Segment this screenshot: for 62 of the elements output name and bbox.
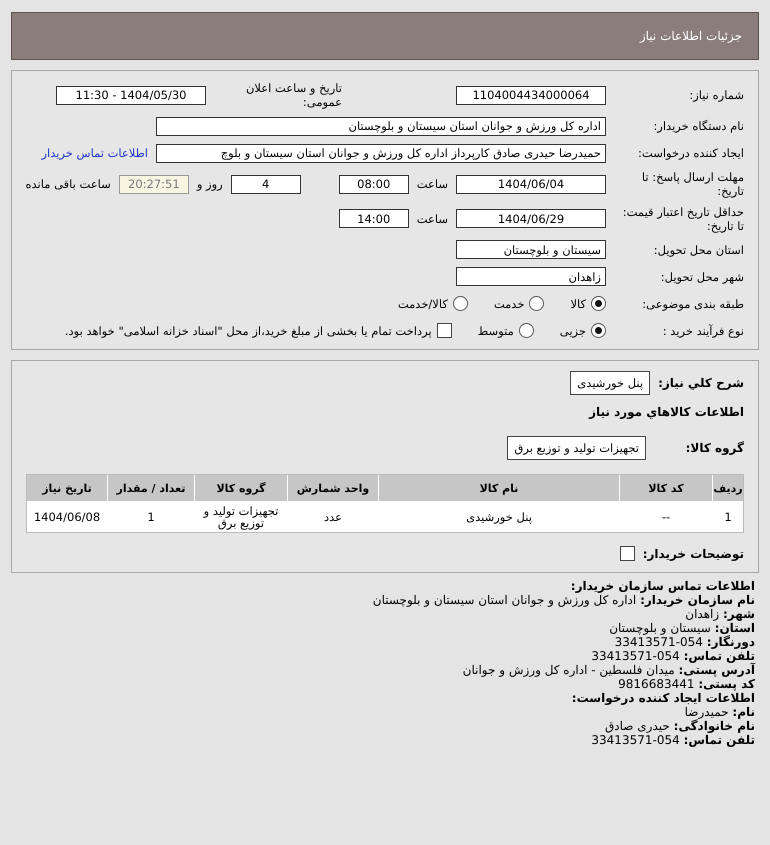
province-field: سیستان و بلوچستان	[456, 240, 606, 260]
column-header: ردیف	[713, 475, 743, 502]
contact-line: نام خانوادگی: حیدری صادق	[604, 719, 755, 734]
radio-label: کالا	[570, 296, 586, 311]
description-field: پنل خورشیدی	[570, 371, 650, 396]
field-label: ساعت	[416, 212, 448, 226]
contact-line: آدرس پستی: میدان فلسطین - اداره کل ورزش و جوانان	[462, 663, 755, 678]
radio-button[interactable]	[452, 296, 468, 312]
field-label: طبقه بندی موضوعی:	[641, 296, 744, 311]
field-label: شماره نیاز:	[688, 88, 744, 103]
column-header: کد کالا	[620, 475, 712, 502]
field-label: ساعت	[416, 177, 448, 192]
field-label: تاریخ و ساعت اعلان عمومی:	[244, 81, 342, 110]
requester-field: حمیدرضا حیدری صادق کارپرداز اداره کل ورزش و جوانان استان سیستان و بلوچ	[156, 144, 606, 163]
radio-label: کالا/خدمت	[398, 296, 448, 311]
section-label: گروه کالا:	[684, 441, 744, 456]
column-header: نام کالا	[379, 475, 619, 502]
time-field: 14:00	[338, 209, 409, 228]
checkbox[interactable]	[436, 323, 452, 338]
field-label: ایجاد کننده درخواست:	[637, 146, 744, 160]
contact-line: شهر: زاهدان	[684, 607, 755, 622]
contact-line: استان: سیستان و بلوچستان	[608, 621, 755, 636]
contact-line: نام سازمان خریدار: اداره کل ورزش و جوانان استان سیستان و بلوچستان	[372, 593, 755, 608]
section-label: توضیحات خریدار:	[642, 546, 744, 561]
checkbox-label: پرداخت تمام یا بخشی از مبلغ خرید،از محل "اسناد خزانه اسلامی" خواهد بود.	[64, 324, 432, 338]
field-label: نام دستگاه خریدار:	[652, 119, 744, 134]
field-label: استان محل تحویل:	[652, 242, 744, 257]
radio-button[interactable]	[591, 296, 606, 312]
date-field: 1404/06/04	[456, 174, 606, 194]
contact-heading: اطلاعات ایجاد کننده درخواست:	[570, 691, 755, 706]
goods-group-field: تجهیزات تولید و توزیع برق	[507, 436, 646, 460]
contact-heading: اطلاعات تماس سازمان خریدار:	[570, 579, 755, 594]
contact-link[interactable]: اطلاعات تماس خریدار	[41, 146, 148, 160]
days-field: 4	[230, 174, 301, 194]
section-heading: اطلاعات کالاهاي مورد نياز	[589, 404, 744, 419]
buyer-field: اداره کل ورزش و جوانان استان سیستان و بلوچستان	[156, 116, 606, 136]
time-field: 08:00	[338, 174, 409, 194]
radio-label: خدمت	[494, 296, 524, 311]
field-label: حداقل تاریخ اعتبار قیمت: تا تاریخ:	[622, 204, 744, 234]
column-header: تاریخ نیاز	[27, 475, 107, 502]
date-field: 1404/06/29	[456, 209, 606, 228]
radio-label: متوسط	[478, 324, 514, 338]
radio-label: جزیی	[560, 324, 586, 338]
checkbox[interactable]	[620, 546, 635, 562]
field-label: ساعت باقی مانده	[26, 177, 111, 192]
radio-button[interactable]	[591, 323, 606, 338]
column-header: گروه کالا	[195, 475, 287, 502]
announce-date-field: 1404/05/30 - 11:30	[56, 86, 206, 105]
need-number-field: 1104004434000064	[456, 86, 606, 105]
field-label: مهلت ارسال پاسخ: تا تاریخ:	[640, 170, 744, 198]
field-label: روز و	[196, 177, 223, 192]
section-label: شرح کلي نياز:	[658, 376, 744, 390]
contact-line: نام: حمیدرضا	[684, 705, 755, 720]
column-header: واحد شمارش	[288, 475, 378, 502]
radio-button[interactable]	[518, 323, 534, 338]
field-label: شهر محل تحویل:	[660, 270, 744, 284]
page-title-bar: جزئیات اطلاعات نیاز	[11, 12, 759, 60]
column-header: تعداد / مقدار	[108, 475, 194, 502]
remaining-time-field: 20:27:51	[118, 174, 189, 194]
field-label: نوع فرآیند خرید :	[662, 324, 744, 338]
radio-button[interactable]	[529, 296, 544, 312]
city-field: زاهدان	[456, 267, 606, 286]
